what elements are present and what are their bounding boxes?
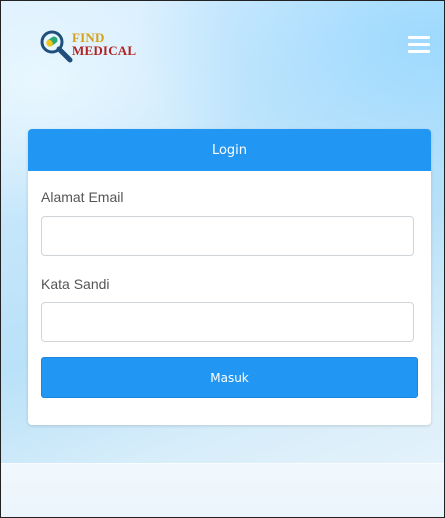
page-frame: FIND MEDICAL Login Alamat Email Kata San… xyxy=(0,0,445,518)
brand-logo[interactable]: FIND MEDICAL xyxy=(39,29,139,63)
menu-bar xyxy=(408,43,430,46)
password-field[interactable] xyxy=(41,302,414,342)
login-card: Login Alamat Email Kata Sandi Masuk xyxy=(28,129,431,425)
login-title: Login xyxy=(211,142,248,158)
login-card-header: Login xyxy=(28,129,431,171)
menu-bar xyxy=(408,36,430,39)
login-submit-button[interactable]: Masuk xyxy=(41,357,418,398)
brand-name: FIND MEDICAL xyxy=(72,31,136,57)
email-label: Alamat Email xyxy=(41,189,124,205)
hamburger-menu-icon[interactable] xyxy=(408,36,430,53)
footer-band xyxy=(1,463,444,517)
brand-name-line2: MEDICAL xyxy=(72,43,137,58)
password-label: Kata Sandi xyxy=(41,276,110,292)
magnifier-pill-icon xyxy=(40,30,73,63)
menu-bar xyxy=(408,50,430,53)
email-field[interactable] xyxy=(41,216,414,256)
